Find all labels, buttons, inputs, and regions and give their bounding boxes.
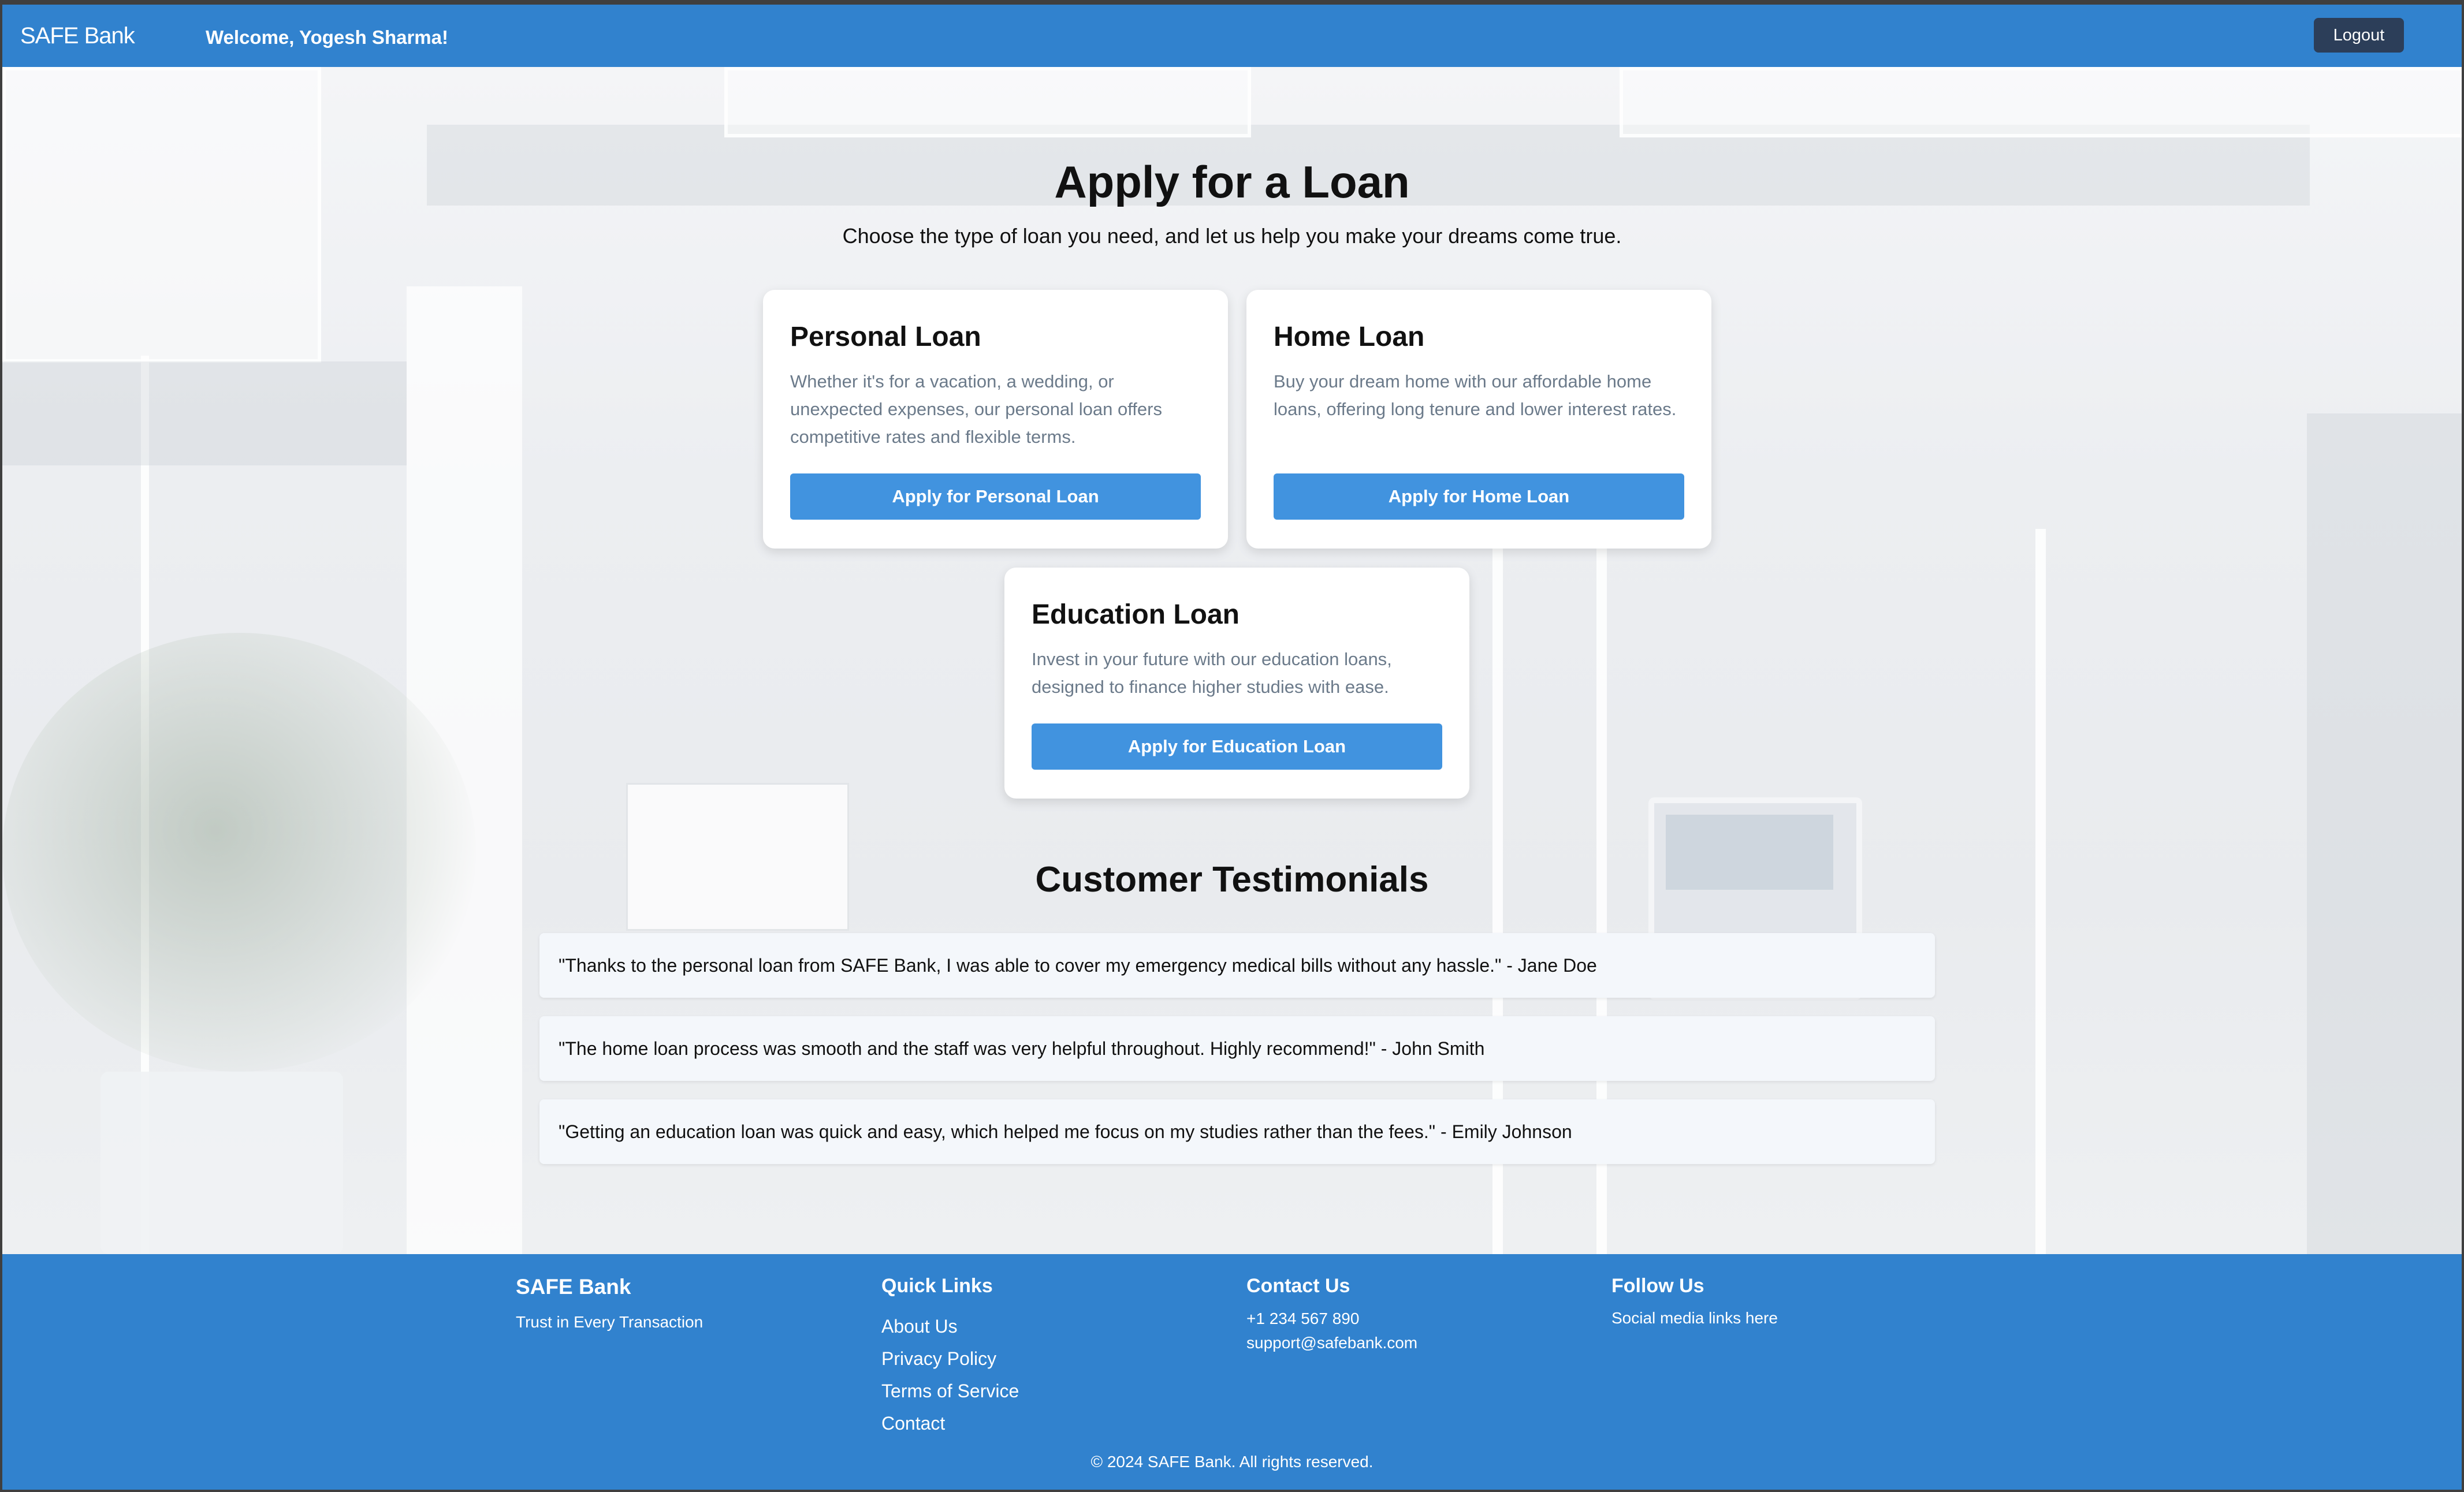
apply-education-loan-button[interactable]: Apply for Education Loan [1032,723,1442,770]
wall-sign [626,783,849,931]
education-loan-card: Education Loan Invest in your future wit… [1004,568,1469,799]
contact-heading: Contact Us [1246,1275,1350,1297]
background-window [724,67,1251,137]
personal-loan-card: Personal Loan Whether it's for a vacatio… [763,290,1228,549]
apply-home-loan-button[interactable]: Apply for Home Loan [1274,473,1684,520]
plant-pot [101,1072,343,1254]
footer-link-terms[interactable]: Terms of Service [881,1375,1019,1407]
footer-quick-links-column: Quick Links About Us Privacy Policy Term… [881,1275,1019,1439]
quick-links-list: About Us Privacy Policy Terms of Service… [881,1310,1019,1439]
page-title: Apply for a Loan [1054,156,1410,207]
card-description: Invest in your future with our education… [1032,648,1392,697]
contact-phone: +1 234 567 890 [1246,1310,1360,1327]
contact-email: support@safebank.com [1246,1334,1418,1352]
card-title: Education Loan [1032,599,1240,630]
footer-follow-column: Follow Us Social media links here [1611,1275,1778,1327]
footer-brand-column: SAFE Bank Trust in Every Transaction [516,1275,703,1331]
footer-link-contact[interactable]: Contact [881,1407,1019,1439]
testimonial-item: "The home loan process was smooth and th… [539,1016,1935,1081]
copyright-text: © 2024 SAFE Bank. All rights reserved. [1090,1453,1374,1471]
footer: SAFE Bank Trust in Every Transaction Qui… [2,1254,2462,1490]
brand-logo[interactable]: SAFE Bank [20,23,135,49]
footer-brand: SAFE Bank [516,1275,631,1299]
browser-frame: SAFE Bank Welcome, Yogesh Sharma! Logout… [0,0,2464,1492]
follow-heading: Follow Us [1611,1275,1704,1297]
footer-link-privacy[interactable]: Privacy Policy [881,1342,1019,1375]
footer-tagline: Trust in Every Transaction [516,1313,704,1331]
plant-decoration [2,633,476,1072]
logout-button[interactable]: Logout [2314,18,2404,53]
testimonial-item: "Getting an education loan was quick and… [539,1099,1935,1164]
apply-personal-loan-button[interactable]: Apply for Personal Loan [790,473,1201,520]
welcome-message: Welcome, Yogesh Sharma! [206,27,448,48]
testimonials-title: Customer Testimonials [1035,860,1429,900]
page-subtitle: Choose the type of loan you need, and le… [842,224,1622,248]
card-title: Personal Loan [790,322,981,352]
card-title: Home Loan [1274,322,1425,352]
home-loan-card: Home Loan Buy your dream home with our a… [1246,290,1711,549]
background-wall [2307,413,2462,1254]
social-links-placeholder: Social media links here [1611,1309,1778,1327]
background-window [2,67,321,363]
card-description: Buy your dream home with our affordable … [1274,371,1677,419]
footer-link-about[interactable]: About Us [881,1310,1019,1342]
quick-links-heading: Quick Links [881,1275,993,1297]
background-window [1620,67,2462,137]
card-description: Whether it's for a vacation, a wedding, … [790,371,1162,447]
top-navbar: SAFE Bank Welcome, Yogesh Sharma! Logout [2,5,2462,67]
footer-contact-column: Contact Us +1 234 567 890 support@safeba… [1246,1275,1417,1355]
background-wall [2,361,407,465]
testimonial-item: "Thanks to the personal loan from SAFE B… [539,933,1935,998]
